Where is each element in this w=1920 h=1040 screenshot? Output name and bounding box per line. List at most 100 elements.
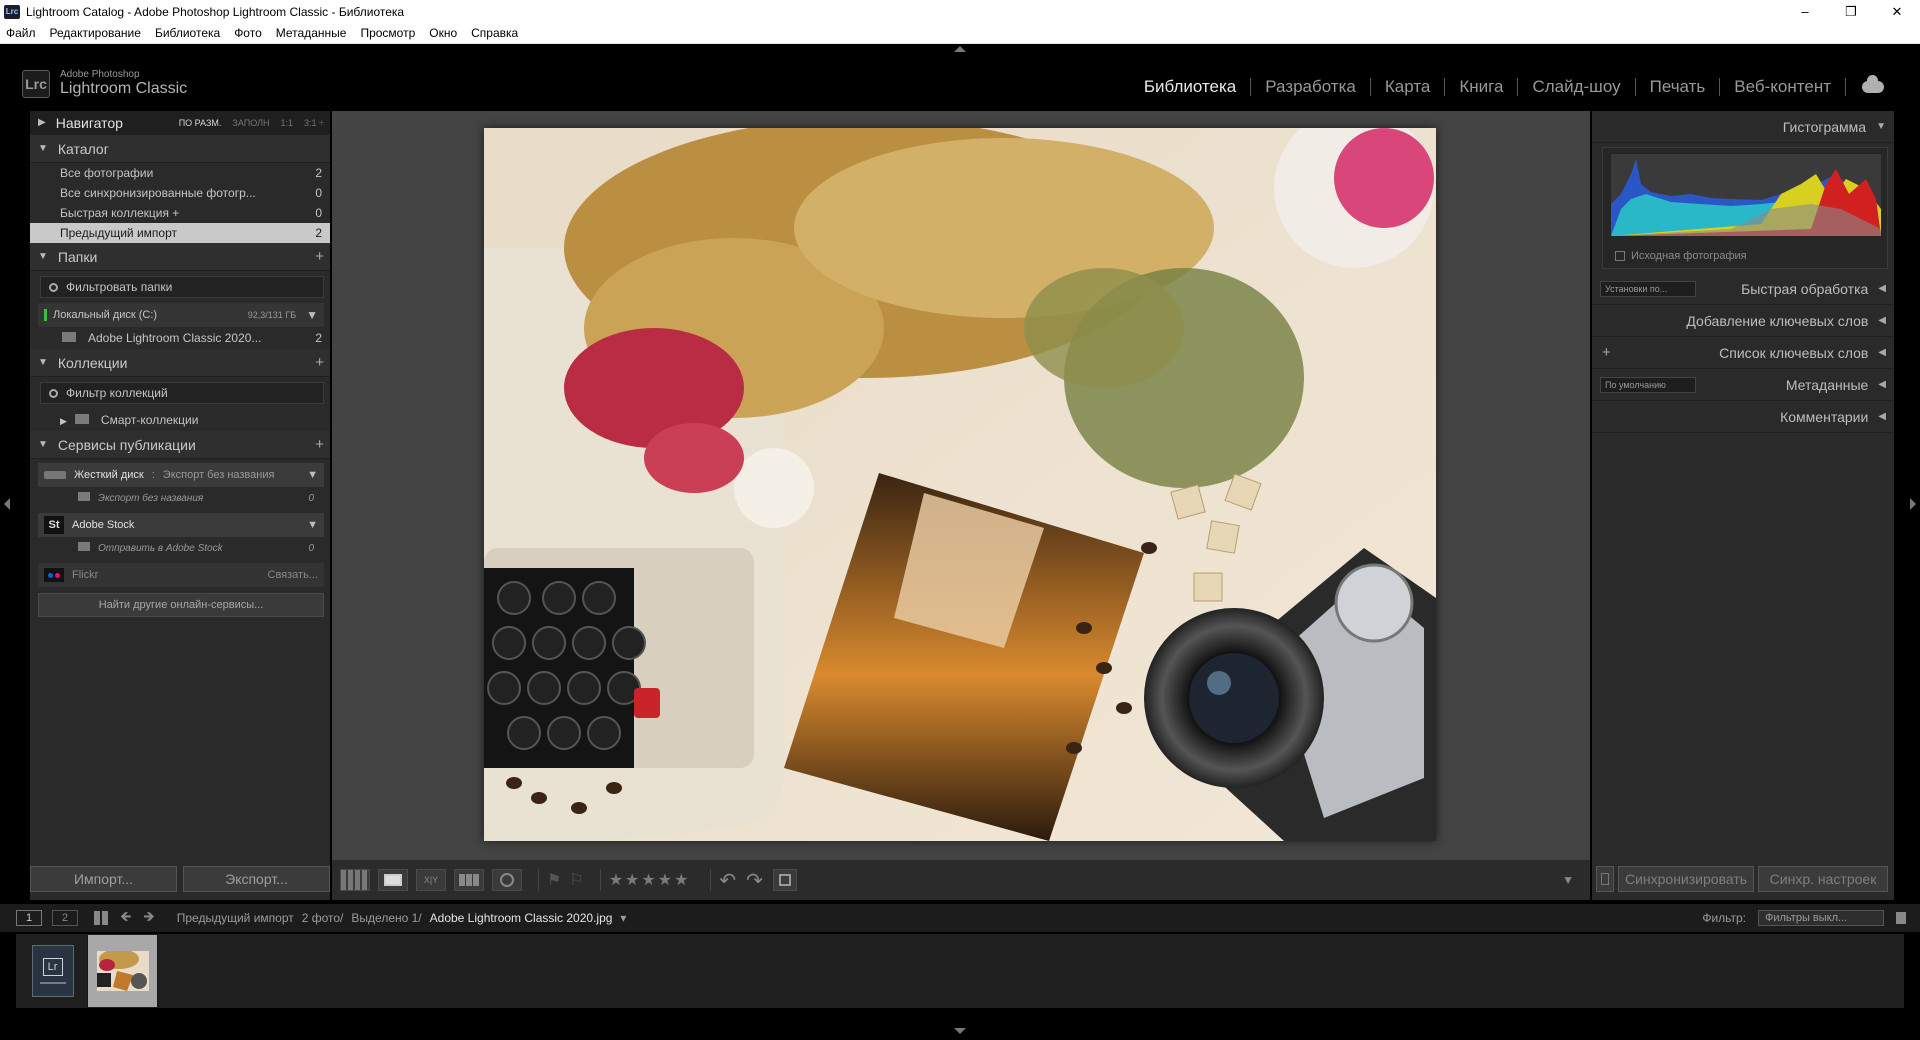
- menu-photo[interactable]: Фото: [234, 26, 262, 40]
- smart-collections-item[interactable]: ▶ Смарт-коллекции: [30, 409, 330, 431]
- metadata-preset-select[interactable]: По умолчанию: [1600, 376, 1696, 393]
- folder-item[interactable]: Adobe Lightroom Classic 2020... 2: [30, 327, 330, 349]
- catalog-header[interactable]: ▼ Каталог: [30, 135, 330, 163]
- right-panel-toggle-icon[interactable]: [1910, 498, 1916, 510]
- module-slideshow[interactable]: Слайд-шоу: [1518, 77, 1634, 97]
- crop-overlay-icon[interactable]: [772, 869, 797, 891]
- keyword-list-header[interactable]: + Список ключевых слов ◀: [1592, 337, 1894, 369]
- secondary-window-button[interactable]: 2: [52, 910, 78, 926]
- hard-drive-service[interactable]: Жесткий диск: Экспорт без названия ▼: [38, 463, 324, 487]
- comments-header[interactable]: Комментарии ◀: [1592, 401, 1894, 433]
- module-develop[interactable]: Разработка: [1251, 77, 1370, 97]
- volume-status-icon: [44, 309, 47, 321]
- metadata-header[interactable]: По умолчанию Метаданные ◀: [1592, 369, 1894, 401]
- module-print[interactable]: Печать: [1636, 77, 1720, 97]
- maximize-icon[interactable]: ❐: [1828, 0, 1874, 23]
- module-web[interactable]: Веб-контент: [1720, 77, 1845, 97]
- publish-services-header[interactable]: ▼ Сервисы публикации +: [30, 431, 330, 459]
- add-service-icon[interactable]: +: [315, 436, 324, 453]
- filter-placeholder: Фильтр коллекций: [66, 386, 168, 400]
- filter-select[interactable]: Фильтры выкл...: [1758, 910, 1884, 926]
- filmstrip-thumb[interactable]: Lr: [18, 935, 88, 1007]
- star-rating[interactable]: ★★★★★: [609, 870, 691, 890]
- keywording-header[interactable]: Добавление ключевых слов ◀: [1592, 305, 1894, 337]
- title-bar: Lrc Lightroom Catalog - Adobe Photoshop …: [0, 0, 1920, 23]
- bottom-panel-toggle-icon[interactable]: [954, 1028, 966, 1034]
- catalog-item-synced[interactable]: Все синхронизированные фотогр... 0: [30, 183, 330, 203]
- folder-filter-input[interactable]: Фильтровать папки: [40, 276, 324, 298]
- menu-help[interactable]: Справка: [471, 26, 518, 40]
- flickr-service[interactable]: Flickr Связать...: [38, 563, 324, 587]
- histogram-header[interactable]: Гистограмма ▼: [1592, 111, 1894, 143]
- menu-library[interactable]: Библиотека: [155, 26, 220, 40]
- export-button[interactable]: Экспорт...: [183, 866, 330, 892]
- zoom-fill[interactable]: ЗАПОЛН: [232, 118, 269, 128]
- rotate-left-icon[interactable]: ↶: [719, 868, 736, 893]
- sync-settings-button[interactable]: Синхр. настроек: [1758, 866, 1888, 892]
- survey-view-icon[interactable]: [454, 869, 484, 891]
- chevron-down-icon[interactable]: ▼: [306, 308, 318, 322]
- menu-view[interactable]: Просмотр: [360, 26, 415, 40]
- toolbar-content-dropdown-icon[interactable]: ▼: [1562, 873, 1574, 887]
- folder-count: 2: [315, 331, 322, 345]
- menu-file[interactable]: Файл: [6, 26, 36, 40]
- lock-icon[interactable]: [1896, 912, 1906, 924]
- adobe-stock-service[interactable]: St Adobe Stock ▼: [38, 513, 324, 537]
- arrow-left-icon[interactable]: 🡸: [120, 906, 131, 930]
- rotate-right-icon[interactable]: ↷: [746, 868, 763, 893]
- chevron-down-icon[interactable]: ▼: [307, 469, 318, 481]
- publish-collection-item[interactable]: Экспорт без названия 0: [30, 487, 330, 509]
- primary-window-button[interactable]: 1: [16, 910, 42, 926]
- zoom-1-1[interactable]: 1:1: [281, 118, 294, 128]
- flag-pick-icon[interactable]: ⚑: [547, 870, 561, 890]
- module-library[interactable]: Библиотека: [1130, 77, 1250, 97]
- import-button[interactable]: Импорт...: [30, 866, 177, 892]
- catalog-item-previous-import[interactable]: Предыдущий импорт 2: [30, 223, 330, 243]
- loupe-view-icon[interactable]: [378, 869, 408, 891]
- smart-collection-icon: [74, 414, 89, 424]
- comments-title: Комментарии: [1780, 408, 1869, 425]
- left-panel-toggle-icon[interactable]: [4, 498, 10, 510]
- top-panel-toggle-icon[interactable]: [954, 46, 966, 52]
- publish-collection-item[interactable]: Отправить в Adobe Stock 0: [30, 537, 330, 559]
- quick-develop-header[interactable]: Установки по... Быстрая обработка ◀: [1592, 273, 1894, 305]
- catalog-item-all[interactable]: Все фотографии 2: [30, 163, 330, 183]
- zoom-fit[interactable]: ПО РАЗМ.: [179, 118, 222, 128]
- sync-toggle-icon[interactable]: [1596, 866, 1614, 892]
- add-keyword-icon[interactable]: +: [1602, 344, 1611, 361]
- catalog-item-quick[interactable]: Быстрая коллекция + 0: [30, 203, 330, 223]
- folders-header[interactable]: ▼ Папки +: [30, 243, 330, 271]
- volume-row[interactable]: Локальный диск (C:) 92,3/131 ГБ ▼: [38, 303, 324, 327]
- navigator-header[interactable]: ▶ Навигатор ПО РАЗМ. ЗАПОЛН 1:1 3:1 ÷: [30, 111, 330, 135]
- minimize-icon[interactable]: –: [1782, 0, 1828, 23]
- zoom-3-1[interactable]: 3:1 ÷: [304, 118, 324, 128]
- chevron-down-icon[interactable]: ▾: [620, 911, 626, 925]
- menu-edit[interactable]: Редактирование: [50, 26, 141, 40]
- grid-icon[interactable]: [94, 911, 108, 925]
- grid-view-icon[interactable]: [340, 869, 370, 891]
- add-folder-icon[interactable]: +: [315, 248, 324, 265]
- filmstrip-thumb-selected[interactable]: [88, 935, 158, 1007]
- flickr-connect-link[interactable]: Связать...: [268, 569, 318, 581]
- add-collection-icon[interactable]: +: [315, 354, 324, 371]
- menu-metadata[interactable]: Метаданные: [276, 26, 347, 40]
- compare-view-icon[interactable]: X|Y: [416, 869, 446, 891]
- find-more-services-button[interactable]: Найти другие онлайн-сервисы...: [38, 593, 324, 617]
- people-view-icon[interactable]: [492, 869, 522, 891]
- menu-window[interactable]: Окно: [429, 26, 457, 40]
- chevron-down-icon[interactable]: ▼: [307, 519, 318, 531]
- collection-filter-input[interactable]: Фильтр коллекций: [40, 382, 324, 404]
- main-photo[interactable]: [484, 128, 1436, 841]
- close-icon[interactable]: ✕: [1874, 0, 1920, 23]
- sync-button[interactable]: Синхронизировать: [1618, 866, 1754, 892]
- module-book[interactable]: Книга: [1445, 77, 1517, 97]
- module-map[interactable]: Карта: [1371, 77, 1445, 97]
- flag-reject-icon[interactable]: ⚐: [569, 870, 583, 890]
- saved-preset-select[interactable]: Установки по...: [1600, 280, 1696, 297]
- checkbox[interactable]: [1615, 251, 1625, 261]
- cloud-icon[interactable]: [1862, 75, 1884, 93]
- arrow-right-icon[interactable]: 🡺: [143, 906, 154, 930]
- filmstrip-source[interactable]: Предыдущий импорт 2 фото/ Выделено 1/ Ad…: [177, 911, 627, 925]
- original-photo-toggle[interactable]: Исходная фотография: [1615, 250, 1747, 262]
- collections-header[interactable]: ▼ Коллекции +: [30, 349, 330, 377]
